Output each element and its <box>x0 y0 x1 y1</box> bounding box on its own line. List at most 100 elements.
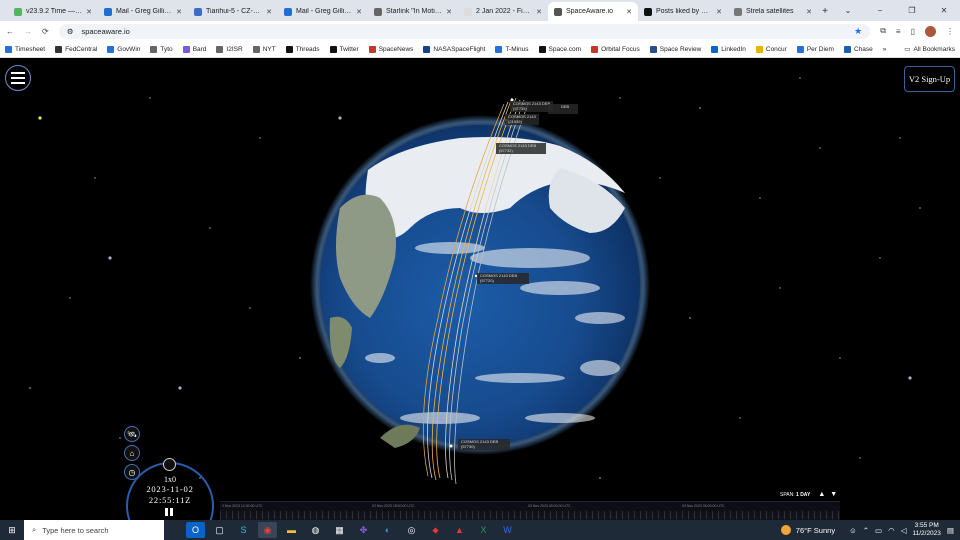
browser-tab[interactable]: Tianhui-5 - CZ-6A - ✕ <box>188 2 278 21</box>
hamburger-menu-button[interactable] <box>5 65 31 91</box>
bookmark-item[interactable]: Space Review <box>649 45 701 53</box>
tab-close-icon[interactable]: ✕ <box>536 8 542 16</box>
span-decrease-icon[interactable]: ▼ <box>830 491 837 498</box>
side-panel-icon[interactable]: ▯ <box>911 27 915 36</box>
tab-close-icon[interactable]: ✕ <box>806 8 812 16</box>
tab-close-icon[interactable]: ✕ <box>356 8 362 16</box>
bookmark-item[interactable]: LinkedIn <box>711 45 746 53</box>
bookmark-item[interactable]: Bard <box>182 45 206 53</box>
extensions-icon[interactable]: ⧉ <box>880 26 886 36</box>
browser-tab[interactable]: Posts liked by Greg ✕ <box>638 2 728 21</box>
bookmark-item[interactable]: Orbital Focus <box>591 45 640 53</box>
taskbar-search-box[interactable]: ⌕ Type here to search <box>24 520 164 540</box>
bookmark-item[interactable]: NYT <box>252 45 276 53</box>
restore-button[interactable]: ❐ <box>896 0 928 21</box>
browser-tab[interactable]: SpaceAware.io ✕ <box>548 2 638 21</box>
tab-close-icon[interactable]: ✕ <box>716 8 722 16</box>
bookmark-item[interactable]: Timesheet <box>5 45 45 53</box>
bookmark-item[interactable]: GovWin <box>107 45 140 53</box>
tab-search-icon[interactable]: ⌄ <box>832 0 864 21</box>
excel-app-icon[interactable]: X <box>474 522 493 538</box>
time-dial-knob[interactable] <box>163 458 176 471</box>
tray-chevron-icon[interactable]: ⌃ <box>863 526 869 535</box>
close-window-button[interactable]: ✕ <box>928 0 960 21</box>
windows-taskbar: ⊞ ⌕ Type here to search O ▢ S ◉ ▬ ◍ ▦ ✤ … <box>0 520 960 540</box>
wifi-icon[interactable]: ◠ <box>888 526 895 535</box>
globe-viewport[interactable]: V2 Sign-Up COSMOS 2143 DEB (57735) DEB C… <box>0 58 960 520</box>
bookmark-item[interactable]: Concur <box>755 45 787 53</box>
satellite-label[interactable]: COSMOS 2143 DEB (57720) <box>477 273 529 284</box>
satellite-label-partial[interactable]: DEB <box>548 104 578 114</box>
powerpoint-app-icon[interactable]: ▲ <box>450 522 469 538</box>
browser-tab[interactable]: Mail - Greg Gillinge ✕ <box>98 2 188 21</box>
sim-date: 2023-11-02 <box>146 484 194 494</box>
site-info-icon[interactable]: ⚙ <box>67 27 74 36</box>
bookmark-item[interactable]: Tyto <box>150 45 173 53</box>
minimize-button[interactable]: − <box>864 0 896 21</box>
app-globe-icon[interactable]: ◍ <box>306 522 325 538</box>
acrobat-app-icon[interactable]: ⬥ <box>426 522 445 538</box>
edge-app-icon[interactable]: ◐ <box>378 522 397 538</box>
reload-icon[interactable]: ⟳ <box>42 27 49 36</box>
word-app-icon[interactable]: W <box>498 522 517 538</box>
satellite-label[interactable]: COSMOS 2143 DEB (57730) <box>458 439 510 450</box>
earth-scene[interactable] <box>0 58 960 520</box>
browser-tab[interactable]: Mail - Greg Gillinge ✕ <box>278 2 368 21</box>
profile-avatar[interactable] <box>925 25 936 37</box>
bookmark-item[interactable]: Twitter <box>329 45 359 53</box>
address-bar[interactable]: ⚙ spaceaware.io ★ <box>58 23 871 39</box>
satellite-icon[interactable]: 🛰 <box>124 426 140 442</box>
url-text[interactable]: spaceaware.io <box>81 27 129 36</box>
network-icon[interactable]: ▭ <box>875 526 882 535</box>
task-view-icon[interactable]: ▢ <box>210 522 229 538</box>
bookmark-item[interactable]: NASASpaceFlight <box>423 45 485 53</box>
reading-list-icon[interactable]: ≡ <box>896 27 901 36</box>
tab-close-icon[interactable]: ✕ <box>176 8 182 16</box>
zoom-app-icon[interactable]: ◎ <box>402 522 421 538</box>
taskbar-clock[interactable]: 3:55 PM 11/2/2023 <box>912 522 940 538</box>
bookmark-item[interactable]: Chase <box>843 45 873 53</box>
notification-icon[interactable]: ▤ <box>947 526 954 535</box>
back-icon[interactable]: ← <box>6 27 14 36</box>
satellite-label[interactable]: COSMOS 2143 DEB (57735) <box>510 101 554 112</box>
bookmark-item[interactable]: T-Minus <box>495 45 529 53</box>
bookmark-item[interactable]: SpaceNews <box>368 45 413 53</box>
timeline-bar[interactable]: 2 Nov 2023 12:00:00 UTC 02 Nov 2023 18:0… <box>220 501 840 520</box>
calculator-icon[interactable]: ▦ <box>330 522 349 538</box>
star <box>249 307 251 309</box>
tab-close-icon[interactable]: ✕ <box>446 8 452 16</box>
bookmark-item[interactable]: Space.com <box>538 45 581 53</box>
file-explorer-icon[interactable]: ▬ <box>282 522 301 538</box>
browser-tab[interactable]: Strela satellites ✕ <box>728 2 818 21</box>
bookmarks-overflow-icon[interactable]: » <box>883 46 887 53</box>
all-bookmarks-button[interactable]: ▭ All Bookmarks <box>904 45 955 54</box>
bookmark-item[interactable]: FedCentral <box>55 45 97 53</box>
v2-signup-button[interactable]: V2 Sign-Up <box>904 66 955 92</box>
satellite-label[interactable]: COSMOS 2143 DEB (57732) <box>496 143 546 154</box>
browser-tab[interactable]: 2 Jan 2022 - Final F ✕ <box>458 2 548 21</box>
browser-tab[interactable]: Starlink "In Motion" ✕ <box>368 2 458 21</box>
pause-button[interactable] <box>165 508 173 516</box>
tab-close-icon[interactable]: ✕ <box>266 8 272 16</box>
bookmark-star-icon[interactable]: ★ <box>854 26 862 37</box>
browser-tab[interactable]: v23.9.2 Time — Tim ✕ <box>8 2 98 21</box>
more-menu-icon[interactable]: ⋮ <box>946 27 954 36</box>
span-increase-icon[interactable]: ▲ <box>818 491 825 498</box>
people-icon[interactable]: ☺ <box>849 526 857 535</box>
tab-close-icon[interactable]: ✕ <box>86 8 92 16</box>
weather-widget[interactable]: 76°F Sunny <box>780 525 835 535</box>
chrome-app-icon[interactable]: ◉ <box>258 522 277 538</box>
tab-close-icon[interactable]: ✕ <box>626 8 632 16</box>
stellarium-app-icon[interactable]: S <box>234 522 253 538</box>
bookmark-item[interactable]: Threads <box>285 45 320 53</box>
bookmark-item[interactable]: I2ISR <box>216 45 243 53</box>
forward-icon[interactable]: → <box>24 27 32 36</box>
home-icon[interactable]: ⌂ <box>124 445 140 461</box>
volume-icon[interactable]: ◁ <box>901 526 907 535</box>
new-tab-button[interactable]: + <box>818 2 832 21</box>
bookmark-item[interactable]: Per Diem <box>796 45 834 53</box>
teams-app-icon[interactable]: ✤ <box>354 522 373 538</box>
satellite-label[interactable]: COSMOS 2143 (21939) <box>505 114 539 125</box>
windows-start-icon[interactable]: ⊞ <box>0 525 24 536</box>
outlook-app-icon[interactable]: O <box>186 522 205 538</box>
